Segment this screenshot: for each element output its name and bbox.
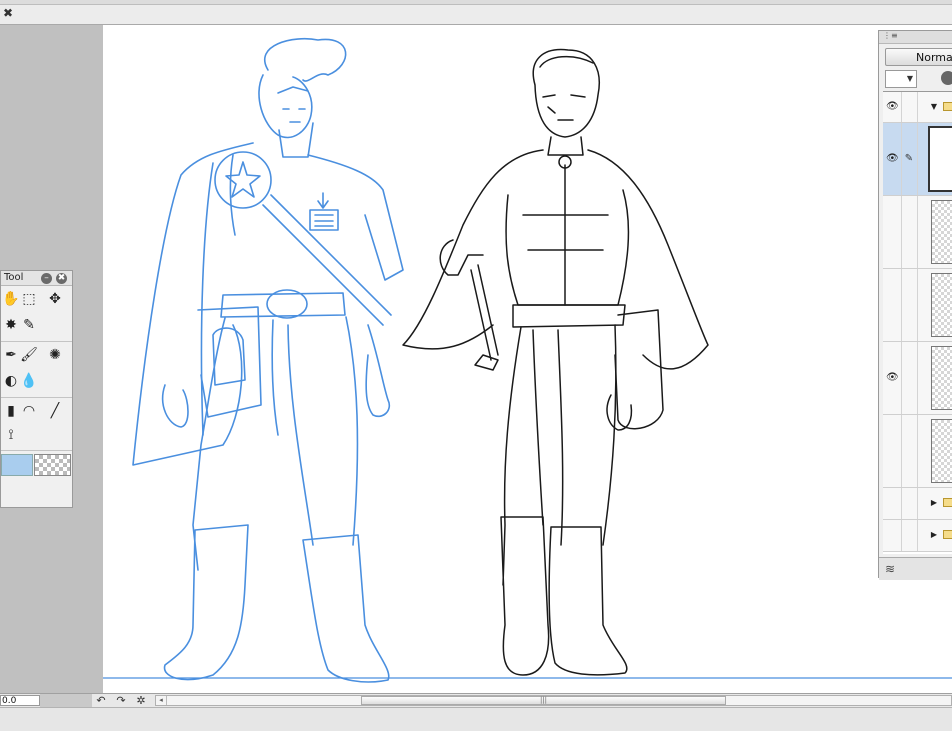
black-ink-figure xyxy=(402,48,709,676)
close-document-icon[interactable]: ✖ xyxy=(2,7,14,19)
layer-row[interactable] xyxy=(883,415,952,488)
artwork xyxy=(103,38,952,683)
layer-panel-footer: ≋ xyxy=(879,557,952,580)
eye-icon[interactable]: 👁 xyxy=(886,153,899,165)
blend-icon[interactable]: ◐ xyxy=(1,371,21,391)
pen-edit-icon: ✎ xyxy=(904,153,914,164)
layer-panel: ⋮≡ Normal ▼ 👁 ▼ 👁 ✎ 👁 ▶ ▶ ≋ xyxy=(878,30,952,580)
curve-icon[interactable]: ◠ xyxy=(19,401,39,421)
zoom-input[interactable]: 0.0 xyxy=(0,695,40,706)
layer-row[interactable] xyxy=(883,196,952,269)
gradient-icon[interactable]: ▮ xyxy=(1,401,21,421)
horizontal-scrollbar[interactable]: ◂ ||| xyxy=(155,695,952,706)
tool-panel-titlebar[interactable]: Tool – ✖ xyxy=(1,271,72,286)
folder-icon xyxy=(943,102,952,111)
layer-panel-header[interactable]: ⋮≡ xyxy=(879,31,952,44)
eye-icon[interactable]: 👁 xyxy=(886,101,899,113)
bottom-bar xyxy=(0,707,952,731)
expand-arrow-icon[interactable]: ▶ xyxy=(929,530,939,540)
tool-group-3: ▮ ◠ ╱ ⟟ xyxy=(1,398,72,451)
layer-row-folder-closed[interactable]: ▶ xyxy=(883,520,952,552)
hand-tool-icon[interactable]: ✋ xyxy=(1,289,21,309)
layer-thumbnail xyxy=(931,419,952,483)
panel-grip-icon: ⋮≡ xyxy=(883,31,898,40)
pen-icon[interactable]: ✒ xyxy=(1,345,21,365)
folder-icon xyxy=(943,530,952,539)
scroll-left-icon[interactable]: ◂ xyxy=(156,696,167,705)
layer-color-dropdown[interactable]: ▼ xyxy=(885,70,917,88)
layer-list: 👁 ▼ 👁 ✎ 👁 ▶ ▶ xyxy=(883,91,952,554)
chevron-down-icon: ▼ xyxy=(906,74,913,83)
layer-option-icon[interactable] xyxy=(941,71,952,85)
main-color-swatch[interactable] xyxy=(1,454,33,476)
layer-row[interactable] xyxy=(883,269,952,342)
move-arrows-icon[interactable]: ✥ xyxy=(45,289,65,309)
transparent-color-swatch[interactable] xyxy=(34,454,71,476)
expand-arrow-icon[interactable]: ▶ xyxy=(929,498,939,508)
document-tab-strip[interactable] xyxy=(0,0,952,5)
layer-row-folder-closed[interactable]: ▶ xyxy=(883,488,952,520)
minimize-panel-icon[interactable]: – xyxy=(41,273,52,284)
sparkle-icon[interactable]: ✸ xyxy=(1,315,21,335)
layer-thumbnail xyxy=(931,273,952,337)
status-bar: 0.0 ↶ ↷ ✲ ◂ ||| xyxy=(0,693,952,708)
line-icon[interactable]: ╱ xyxy=(45,401,65,421)
layer-thumbnail xyxy=(931,346,952,410)
3d-cube-icon[interactable]: ⬚ xyxy=(19,289,39,309)
scroll-thumb[interactable]: ||| xyxy=(361,696,726,705)
undo-rotate-icon[interactable]: ↶ xyxy=(94,694,108,708)
tool-group-2: ✒ 🖌 ✺ ◐ 💧 xyxy=(1,342,72,398)
layer-row-selected[interactable]: 👁 ✎ xyxy=(883,123,952,196)
title-bar: ✖ xyxy=(0,0,952,25)
blend-mode-select[interactable]: Normal xyxy=(885,48,952,66)
layer-row-folder-open[interactable]: 👁 ▼ xyxy=(883,92,952,123)
drawing-canvas[interactable] xyxy=(103,25,952,693)
close-panel-icon[interactable]: ✖ xyxy=(56,273,67,284)
eye-icon[interactable]: 👁 xyxy=(886,372,899,384)
tool-group-1: ✋ ⬚ ✥ ✸ ✎ xyxy=(1,286,72,342)
folder-icon xyxy=(943,498,952,507)
ink-drop-icon[interactable]: 💧 xyxy=(19,371,39,391)
layer-thumbnail xyxy=(928,126,952,192)
spray-icon[interactable]: ✺ xyxy=(45,345,65,365)
reset-rotation-icon[interactable]: ✲ xyxy=(134,694,148,708)
layer-thumbnail xyxy=(931,200,952,264)
brush-icon[interactable]: 🖌 xyxy=(19,345,39,365)
layer-row[interactable]: 👁 xyxy=(883,342,952,415)
blue-sketch-figure xyxy=(132,38,404,683)
branch-icon[interactable]: ⟟ xyxy=(1,425,21,445)
expand-arrow-icon[interactable]: ▼ xyxy=(929,102,939,112)
tool-panel: Tool – ✖ ✋ ⬚ ✥ ✸ ✎ ✒ 🖌 ✺ ◐ 💧 ▮ ◠ ╱ ⟟ xyxy=(0,270,73,508)
navigator-strip xyxy=(40,694,92,708)
redo-rotate-icon[interactable]: ↷ xyxy=(114,694,128,708)
layer-stack-icon[interactable]: ≋ xyxy=(885,562,901,576)
eyedropper-icon[interactable]: ✎ xyxy=(19,315,39,335)
tool-panel-title: Tool xyxy=(4,272,24,283)
